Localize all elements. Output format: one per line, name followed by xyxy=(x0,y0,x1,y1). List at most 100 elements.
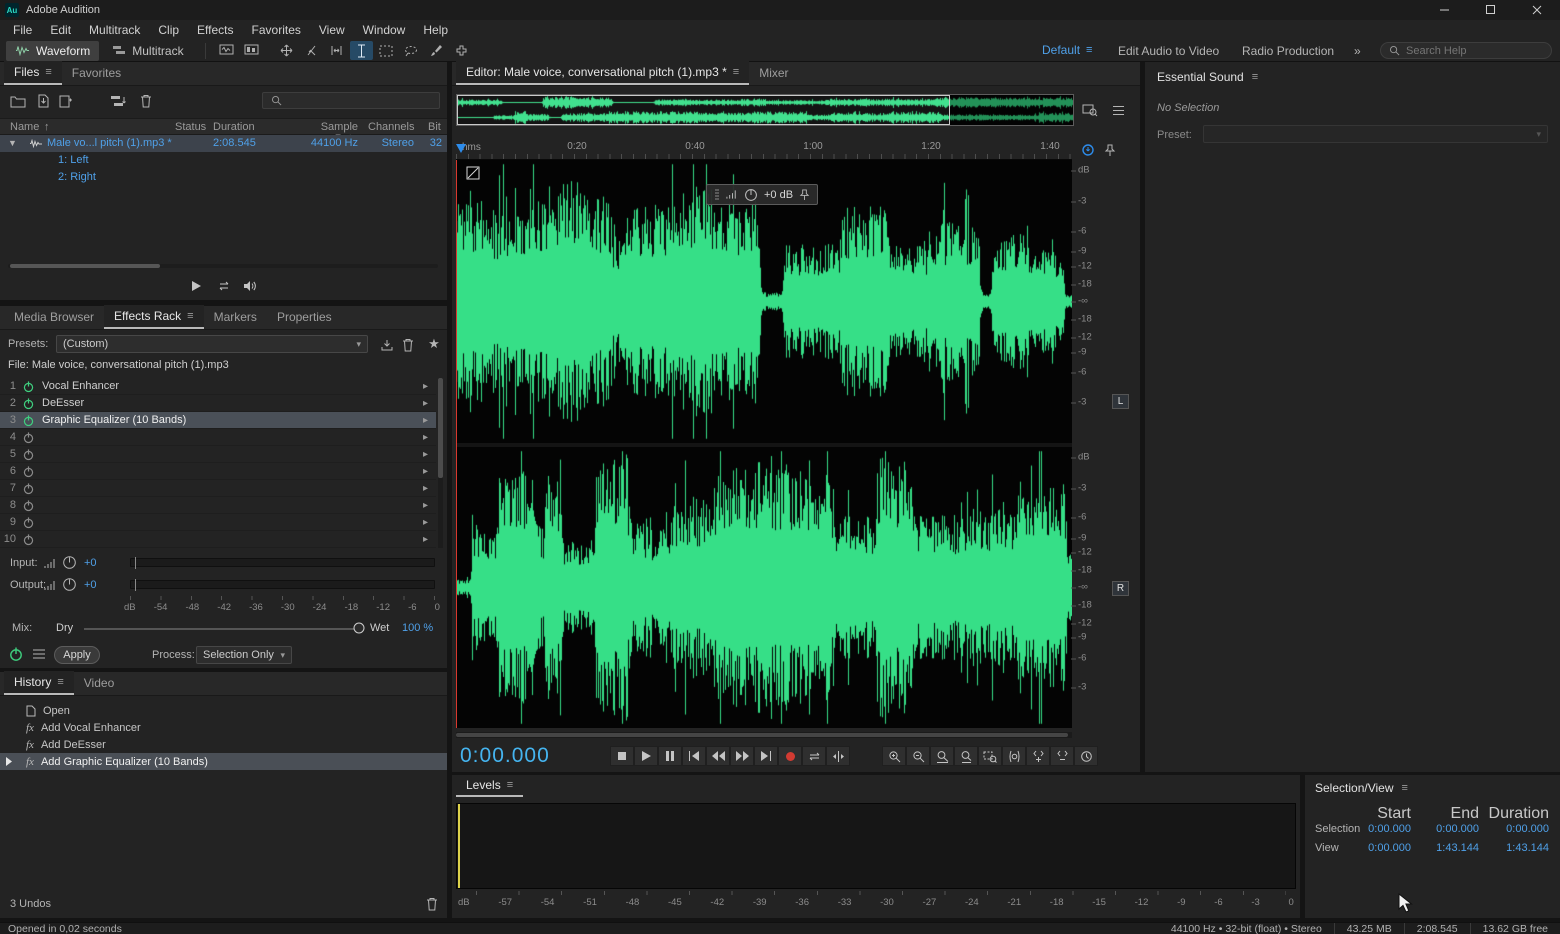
menu-view[interactable]: View xyxy=(310,23,354,37)
tab-effects-rack[interactable]: Effects Rack≡ xyxy=(104,305,204,329)
hud-grip-icon[interactable] xyxy=(714,189,720,201)
waveform-editor-toggle-icon[interactable] xyxy=(215,41,238,60)
power-icon[interactable] xyxy=(22,499,35,512)
zoom-in-amplitude-icon[interactable] xyxy=(1026,746,1050,766)
rack-slot-8[interactable]: 8▸ xyxy=(0,497,436,514)
loop-playback-button[interactable] xyxy=(802,746,826,766)
rack-slot-10[interactable]: 10▸ xyxy=(0,531,436,548)
file-child-row[interactable]: 2: Right xyxy=(0,169,447,186)
move-tool-icon[interactable] xyxy=(275,41,298,60)
channel-right-button[interactable]: R xyxy=(1112,581,1129,596)
time-display[interactable]: 0:00.000 xyxy=(460,744,550,768)
favorite-star-icon[interactable]: ★ xyxy=(424,334,444,354)
hud-gain-knob[interactable] xyxy=(744,188,758,202)
maximize-button[interactable] xyxy=(1468,0,1514,20)
minimize-button[interactable] xyxy=(1422,0,1468,20)
overview-menu-icon[interactable] xyxy=(1108,100,1128,120)
power-icon[interactable] xyxy=(22,448,35,461)
output-gain-value[interactable]: +0 xyxy=(84,579,97,591)
tab-mixer[interactable]: Mixer xyxy=(749,61,798,85)
zoom-out-icon[interactable] xyxy=(906,746,930,766)
workspace-default[interactable]: Default ≡ xyxy=(1042,43,1092,57)
view-start[interactable]: 0:00.000 xyxy=(1349,842,1411,854)
rack-slot-4[interactable]: 4▸ xyxy=(0,429,436,446)
menu-clip[interactable]: Clip xyxy=(149,23,188,37)
workspace-radio-production[interactable]: Radio Production xyxy=(1242,44,1334,58)
input-gain-value[interactable]: +0 xyxy=(84,557,97,569)
workspace-edit-audio-to-video[interactable]: Edit Audio to Video xyxy=(1118,44,1219,58)
marquee-selection-tool-icon[interactable] xyxy=(375,41,398,60)
menu-edit[interactable]: Edit xyxy=(41,23,80,37)
razor-tool-icon[interactable] xyxy=(300,41,323,60)
tab-video[interactable]: Video xyxy=(74,671,124,695)
chevron-right-icon[interactable]: ▸ xyxy=(423,415,428,426)
waveform-view-button[interactable]: Waveform xyxy=(6,41,99,61)
zoom-reset-icon[interactable] xyxy=(1074,746,1098,766)
tab-properties[interactable]: Properties xyxy=(267,305,342,329)
time-ruler[interactable]: hms 0:20 0:40 1:00 1:20 1:40 xyxy=(456,138,1072,160)
power-icon[interactable] xyxy=(22,533,35,546)
menu-favorites[interactable]: Favorites xyxy=(243,23,310,37)
tab-editor[interactable]: Editor: Male voice, conversational pitch… xyxy=(456,61,749,85)
menu-multitrack[interactable]: Multitrack xyxy=(80,23,149,37)
rack-slot-2[interactable]: 2DeEsser▸ xyxy=(0,395,436,412)
open-file-icon[interactable] xyxy=(8,91,28,111)
overview-strip[interactable] xyxy=(456,94,1074,126)
zoom-in-icon[interactable] xyxy=(882,746,906,766)
files-search[interactable] xyxy=(262,92,440,109)
hud[interactable]: +0 dB xyxy=(706,184,818,205)
pin-icon[interactable] xyxy=(1100,140,1120,160)
apply-button[interactable]: Apply xyxy=(54,646,100,664)
help-search[interactable] xyxy=(1380,42,1552,59)
input-gain-knob-icon[interactable] xyxy=(62,555,77,570)
clear-history-icon[interactable] xyxy=(422,894,442,914)
power-icon[interactable] xyxy=(22,465,35,478)
power-icon[interactable] xyxy=(22,397,35,410)
panel-menu-icon[interactable]: ≡ xyxy=(733,66,739,78)
files-play-button[interactable] xyxy=(186,276,206,296)
history-item[interactable]: fx Add DeEsser xyxy=(0,736,447,753)
tab-favorites[interactable]: Favorites xyxy=(62,61,131,85)
chevron-right-icon[interactable]: ▸ xyxy=(423,483,428,494)
rewind-button[interactable] xyxy=(706,746,730,766)
menu-effects[interactable]: Effects xyxy=(188,23,242,37)
import-file-icon[interactable] xyxy=(33,91,53,111)
skip-to-start-button[interactable] xyxy=(682,746,706,766)
tab-files[interactable]: Files≡ xyxy=(4,61,62,85)
skip-to-end-button[interactable] xyxy=(754,746,778,766)
selection-duration[interactable]: 0:00.000 xyxy=(1485,823,1549,835)
tab-levels[interactable]: Levels≡ xyxy=(456,775,523,797)
menu-file[interactable]: File xyxy=(4,23,41,37)
chevron-right-icon[interactable]: ▸ xyxy=(423,534,428,545)
time-selection-tool-icon[interactable] xyxy=(350,41,373,60)
hud-pin-icon[interactable] xyxy=(799,189,810,201)
tab-selection-view[interactable]: Selection/View ≡ xyxy=(1315,781,1408,795)
power-icon[interactable] xyxy=(22,516,35,529)
play-button[interactable] xyxy=(634,746,658,766)
power-icon[interactable] xyxy=(22,414,35,427)
spectral-display-toggle-icon[interactable] xyxy=(240,41,263,60)
rack-vscrollbar-thumb[interactable] xyxy=(438,378,443,478)
waveform-display[interactable]: +0 dB xyxy=(456,160,1072,728)
panel-menu-icon[interactable]: ≡ xyxy=(57,676,63,688)
zoom-to-selection-icon[interactable] xyxy=(978,746,1002,766)
rack-vscrollbar[interactable] xyxy=(438,378,443,548)
skip-selection-button[interactable] xyxy=(826,746,850,766)
auto-scroll-icon[interactable] xyxy=(1078,140,1098,160)
mix-wet-value[interactable]: 100 % xyxy=(402,622,433,634)
tab-history[interactable]: History≡ xyxy=(4,671,74,695)
editor-hscrollbar-thumb[interactable] xyxy=(456,733,1068,737)
panel-menu-icon[interactable]: ≡ xyxy=(187,310,193,322)
zoom-in-time-icon[interactable] xyxy=(930,746,954,766)
record-button[interactable] xyxy=(778,746,802,766)
files-loop-button[interactable] xyxy=(214,276,234,296)
output-gain-knob-icon[interactable] xyxy=(62,577,77,592)
history-item[interactable]: Open xyxy=(0,702,447,719)
rack-list-icon[interactable] xyxy=(32,648,46,660)
panel-menu-icon[interactable]: ≡ xyxy=(1252,71,1258,83)
multitrack-view-button[interactable]: Multitrack xyxy=(103,41,192,61)
view-duration[interactable]: 1:43.144 xyxy=(1485,842,1549,854)
overview-viewbox[interactable] xyxy=(457,95,950,125)
search-input[interactable] xyxy=(1406,45,1536,57)
chevron-right-icon[interactable]: ▸ xyxy=(423,449,428,460)
